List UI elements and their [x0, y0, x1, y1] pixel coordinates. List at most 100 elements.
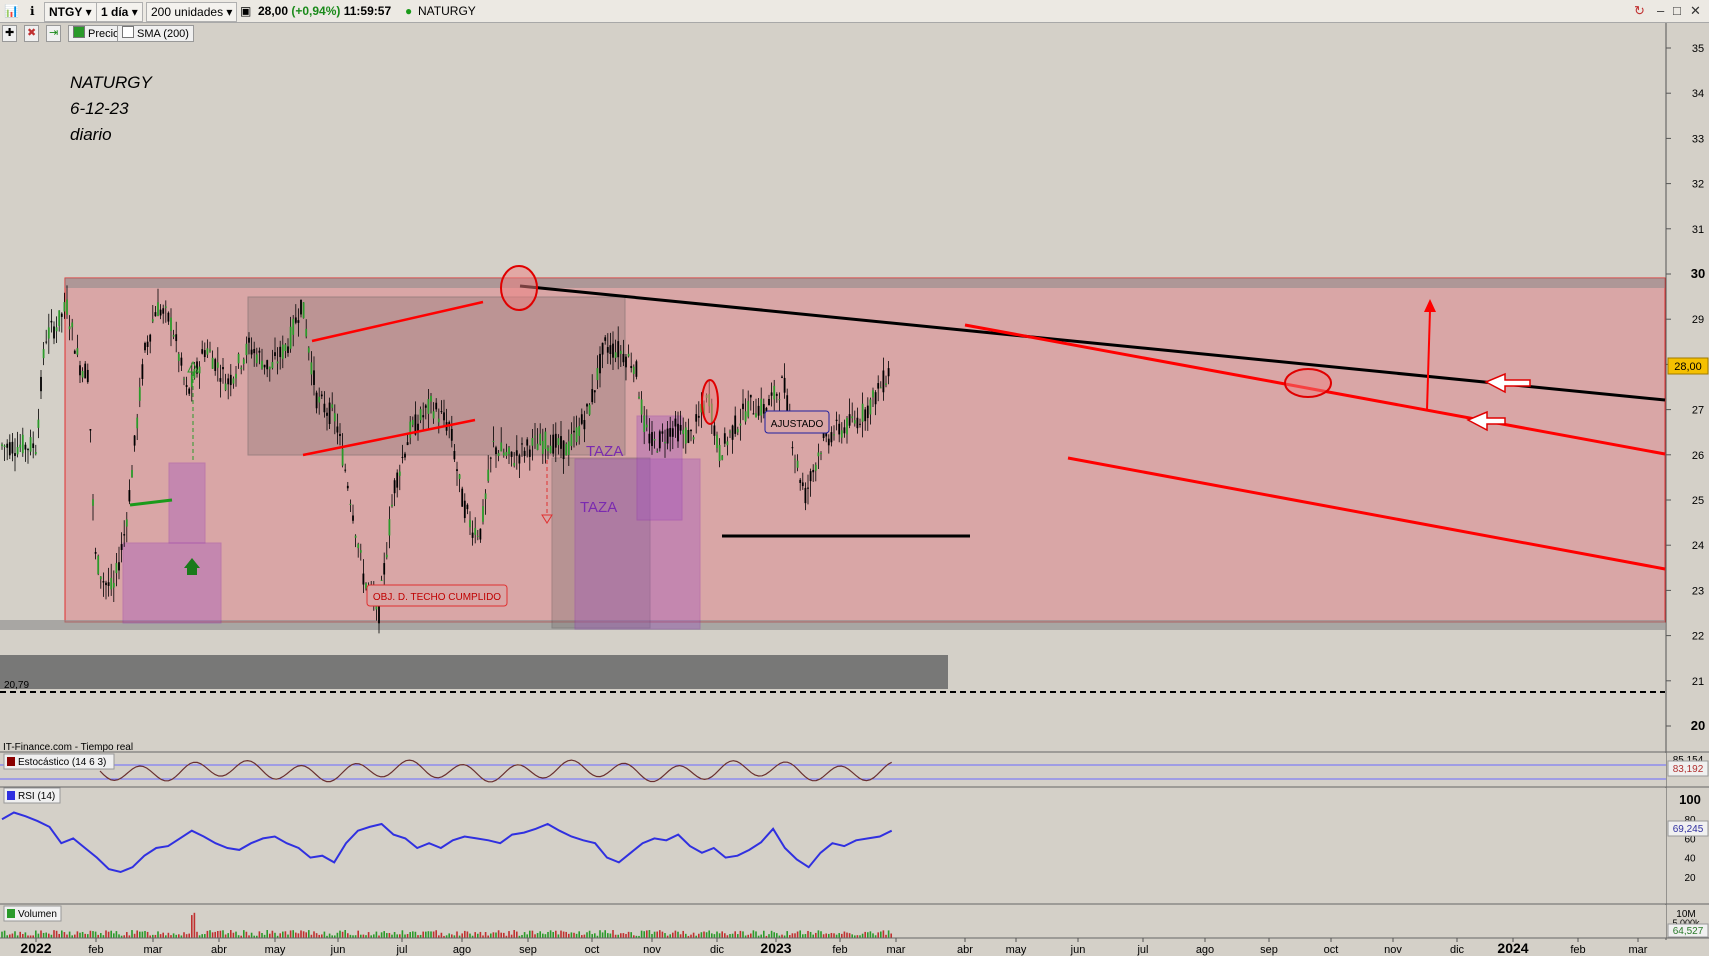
annotation-timeframe: diario — [70, 125, 112, 144]
sma-checkbox[interactable] — [122, 26, 134, 38]
volume-bar — [846, 932, 848, 938]
volume-bar — [287, 934, 289, 938]
volume-bar — [825, 933, 827, 938]
volume-bar — [812, 934, 814, 938]
volume-bar — [22, 934, 24, 938]
volume-bar — [425, 931, 427, 938]
volume-label: Volumen — [18, 909, 57, 920]
x-tick-label: feb — [1570, 944, 1585, 956]
symbol-text: NTGY — [49, 5, 83, 19]
volume-bar — [880, 931, 882, 938]
volume-bar — [375, 931, 378, 938]
refresh-icon[interactable]: ↻ — [1634, 3, 1645, 19]
volume-bar — [230, 930, 232, 938]
volume-color-swatch — [7, 909, 15, 918]
add-icon[interactable]: ✚ — [2, 25, 18, 42]
remove-icon[interactable]: ✖ — [24, 25, 40, 42]
price-value: 28,00 — [258, 4, 289, 18]
price-time: 11:59:57 — [343, 4, 392, 18]
close-icon[interactable]: ✕ — [1690, 3, 1701, 19]
purple-box-2 — [168, 462, 206, 544]
y-tick-label: 34 — [1692, 88, 1704, 100]
volume-bar — [448, 933, 450, 938]
x-tick-label: jun — [1070, 944, 1086, 956]
volume-bar — [406, 934, 409, 938]
volume-bar — [490, 933, 492, 938]
volume-bar — [503, 932, 505, 938]
volume-bar — [794, 933, 796, 938]
volume-bar — [542, 933, 544, 938]
volume-bar — [357, 930, 359, 938]
volume-bar — [690, 934, 692, 938]
precio-checkbox[interactable] — [73, 26, 85, 38]
rsi-tick-label: 40 — [1684, 854, 1696, 865]
volume-bar — [656, 931, 658, 938]
export-icon[interactable]: ⇥ — [46, 25, 62, 42]
volume-bar — [430, 931, 432, 938]
level-box-2079 — [0, 655, 948, 689]
volume-bar — [131, 930, 133, 938]
volume-bar — [869, 931, 872, 938]
symbol-selector[interactable]: NTGY ▾ — [44, 2, 97, 22]
chart-type-icon[interactable]: 📊 — [4, 2, 19, 20]
volume-bar — [536, 933, 539, 938]
candle — [302, 302, 305, 319]
volume-bar — [396, 934, 398, 938]
taza-label-2: TAZA — [580, 499, 617, 516]
volume-bar — [583, 934, 586, 938]
annotation-date: 6-12-23 — [70, 99, 129, 118]
volume-bar — [279, 933, 281, 938]
volume-bar — [341, 931, 344, 938]
volume-bar — [92, 931, 94, 938]
volume-bar — [604, 930, 606, 938]
period-selector[interactable]: 1 día ▾ — [96, 2, 143, 22]
volume-bar — [328, 933, 331, 938]
x-tick-label: dic — [1450, 944, 1465, 956]
volume-bar — [1, 931, 3, 938]
units-selector[interactable]: 200 unidades ▾ — [146, 2, 238, 22]
stoch-last-value: 83,192 — [1673, 764, 1704, 775]
volume-bar — [672, 932, 674, 938]
x-tick-label: abr — [957, 944, 973, 956]
volume-bar — [648, 930, 651, 938]
volume-bar — [531, 930, 534, 938]
volume-bar — [867, 932, 869, 938]
sma-toggle[interactable]: SMA (200) — [117, 25, 194, 42]
y-tick-label: 30 — [1691, 266, 1705, 281]
volume-bar — [339, 930, 341, 938]
price-chart[interactable]: 35343332313029282726252423222120 NATURGY… — [0, 0, 1709, 956]
volume-bar — [141, 931, 144, 938]
volume-bar — [66, 934, 68, 938]
volume-bar — [625, 933, 627, 938]
volume-bar — [274, 932, 276, 938]
volume-bar — [188, 933, 190, 938]
volume-bar — [383, 931, 385, 938]
volume-bar — [84, 933, 86, 938]
objetivo-label: OBJ. D. TECHO CUMPLIDO — [373, 592, 501, 603]
volume-bar — [118, 934, 120, 938]
volume-bar — [573, 932, 575, 938]
volume-bar — [323, 931, 326, 938]
info-icon[interactable]: ℹ — [30, 2, 35, 20]
volume-bar — [815, 932, 817, 938]
x-tick-label: may — [1006, 944, 1027, 956]
volume-bar — [594, 933, 596, 938]
volume-bar — [833, 933, 835, 938]
volume-bar — [464, 930, 466, 938]
x-tick-label: sep — [519, 944, 537, 956]
volume-bar — [752, 930, 755, 938]
volume-bar — [292, 930, 294, 938]
y-tick-label: 21 — [1692, 676, 1704, 688]
y-tick-label: 24 — [1692, 540, 1704, 552]
volume-bar — [204, 934, 206, 938]
volume-bar — [53, 930, 55, 938]
volume-bar — [219, 930, 222, 938]
minimize-icon[interactable]: – — [1657, 3, 1664, 18]
status-dot-icon: ● — [405, 4, 413, 18]
precio-toggle[interactable]: Precio — [68, 25, 125, 42]
restore-icon[interactable]: □ — [1673, 3, 1681, 18]
volume-bar — [565, 931, 567, 938]
volume-bar — [492, 932, 495, 938]
volume-bar — [336, 932, 339, 938]
volume-bar — [711, 933, 713, 938]
